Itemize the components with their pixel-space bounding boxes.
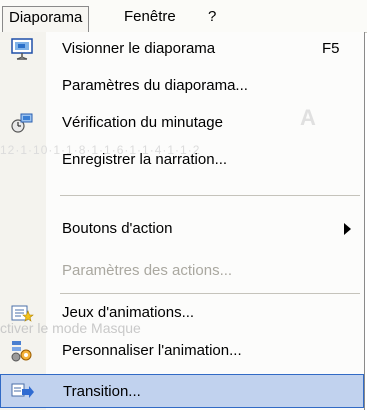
rehearse-timings-icon — [10, 112, 34, 134]
menu-item-visionner-diaporama[interactable]: Visionner le diaporama F5 — [0, 32, 364, 66]
menu-item-parametres-actions: Paramètres des actions... — [0, 254, 364, 288]
menu-item-personnaliser-animation[interactable]: Personnaliser l'animation... — [0, 334, 364, 368]
menu-item-jeux-animations[interactable]: Jeux d'animations... — [0, 296, 364, 330]
custom-animation-icon — [10, 340, 34, 362]
menu-fenetre[interactable]: Fenêtre — [118, 6, 182, 30]
slideshow-icon — [10, 38, 34, 60]
diaporama-dropdown-menu: A 12·1·10·1·1·8·1·1·6·1·1·4·1·1·2 ctiver… — [0, 32, 365, 410]
menu-item-label: Boutons d'action — [62, 220, 173, 237]
menu-item-boutons-action[interactable]: Boutons d'action — [0, 212, 364, 246]
menu-item-parametres-diaporama[interactable]: Paramètres du diaporama... — [0, 69, 364, 103]
animation-schemes-icon — [10, 302, 34, 324]
menu-item-label: Visionner le diaporama — [62, 40, 216, 57]
menu-diaporama[interactable]: Diaporama — [2, 6, 90, 33]
transition-icon — [11, 381, 35, 403]
menu-bar: Diaporama Fenêtre ? — [0, 0, 367, 33]
menu-item-label: Transition... — [63, 383, 141, 400]
menu-item-verification-minutage[interactable]: Vérification du minutage — [0, 106, 364, 140]
menu-item-transition[interactable]: Transition... — [0, 374, 364, 408]
menu-separator — [60, 293, 360, 294]
menu-separator — [60, 195, 360, 196]
menu-item-label: Vérification du minutage — [62, 114, 223, 131]
menu-item-label: Paramètres des actions... — [62, 262, 233, 279]
menu-item-label: Personnaliser l'animation... — [62, 342, 242, 359]
menu-help[interactable]: ? — [202, 6, 222, 30]
menu-item-label: Enregistrer la narration... — [62, 151, 228, 168]
shortcut-label: F5 — [322, 40, 340, 57]
menu-item-label: Paramètres du diaporama... — [62, 77, 248, 94]
submenu-arrow-icon — [344, 223, 351, 235]
menu-item-enregistrer-narration[interactable]: Enregistrer la narration... — [0, 143, 364, 177]
menu-item-label: Jeux d'animations... — [62, 304, 195, 321]
